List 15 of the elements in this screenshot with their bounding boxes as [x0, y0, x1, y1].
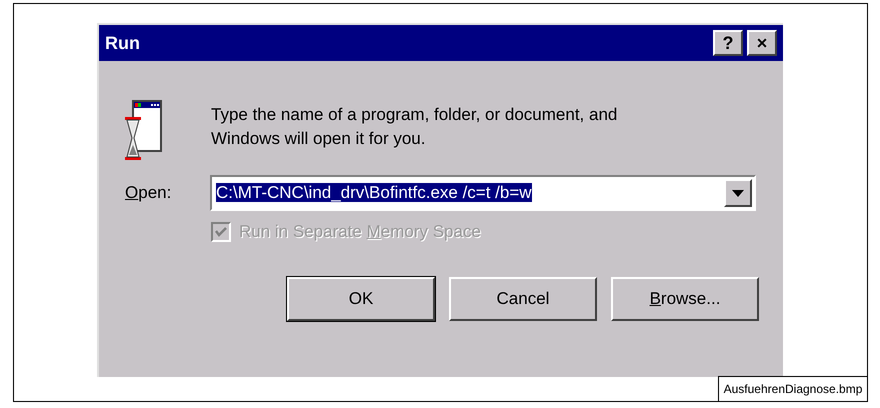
ok-button[interactable]: OK [287, 276, 435, 320]
close-button[interactable]: × [747, 30, 777, 56]
check-icon [215, 226, 227, 238]
dropdown-button[interactable] [724, 179, 752, 207]
dropdown-arrow-icon [732, 190, 744, 196]
instruction-text: Type the name of a program, folder, or document, and Windows will open it for you. [211, 104, 618, 150]
cancel-button[interactable]: Cancel [449, 276, 597, 320]
window-title: Run [105, 32, 140, 54]
file-caption: AusfuehrenDiagnose.bmp [724, 381, 862, 398]
open-label: Open: [125, 182, 172, 204]
browse-button[interactable]: Browse... [611, 276, 759, 320]
memory-space-label: Run in Separate Memory Space [239, 221, 481, 243]
open-combo-field[interactable]: C:\MT-CNC\ind_drv\Bofintfc.exe /c=t /b=w [210, 175, 756, 211]
run-program-icon [123, 97, 163, 161]
help-button[interactable]: ? [713, 30, 743, 56]
